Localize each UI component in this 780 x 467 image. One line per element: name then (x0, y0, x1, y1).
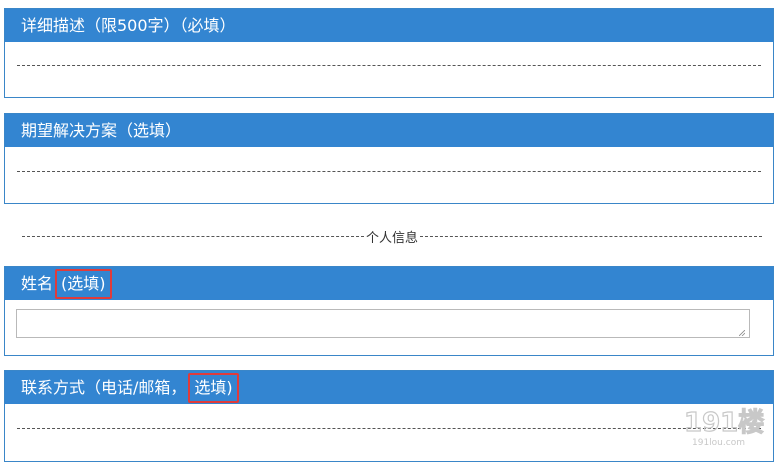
description-dashed-line (17, 65, 761, 66)
watermark-text: 191楼 (684, 408, 764, 438)
contact-panel: 联系方式（电话/邮箱， 选填) (4, 370, 774, 462)
solution-input-area[interactable] (5, 147, 773, 203)
contact-title: 联系方式（电话/邮箱， (21, 378, 187, 397)
site-watermark-logo: 191楼 191lou.com (683, 407, 764, 448)
solution-title: 期望解决方案（选填） (21, 121, 182, 140)
divider-line-right (420, 235, 763, 237)
name-optional-highlight: (选填) (55, 268, 112, 299)
solution-dashed-line (17, 171, 761, 172)
description-panel: 详细描述（限500字）（必填） (4, 8, 774, 98)
solution-panel-header: 期望解决方案（选填） (5, 114, 773, 147)
name-title: 姓名 (21, 274, 54, 293)
personal-info-divider: 个人信息 (22, 228, 763, 246)
name-input[interactable] (16, 309, 750, 338)
name-input-area (5, 300, 773, 355)
contact-input-area[interactable] (5, 404, 773, 461)
divider-line-left (22, 235, 364, 237)
contact-panel-header: 联系方式（电话/邮箱， 选填) (5, 371, 773, 404)
divider-label: 个人信息 (366, 230, 419, 246)
description-input-area[interactable] (5, 42, 773, 97)
description-title: 详细描述（限500字）（必填） (21, 16, 236, 35)
solution-panel: 期望解决方案（选填） (4, 113, 774, 204)
contact-optional-highlight: 选填) (188, 372, 239, 403)
name-panel-header: 姓名 (选填) (5, 267, 773, 300)
description-panel-header: 详细描述（限500字）（必填） (5, 9, 773, 42)
contact-dashed-line (17, 428, 761, 429)
watermark-subtext: 191lou.com (692, 438, 745, 448)
name-panel: 姓名 (选填) (4, 266, 774, 356)
